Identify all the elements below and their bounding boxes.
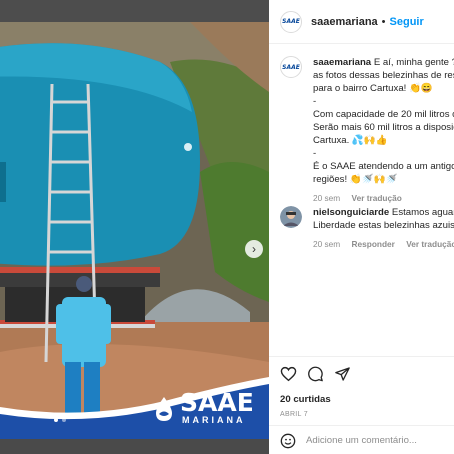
add-comment-bar: Adicione um comentário...: [269, 425, 454, 454]
comments-list[interactable]: SAAE saaemariana E aí, minha gente ? P a…: [269, 44, 454, 352]
post-actions: 20 curtidas ABRIL 7 Adicione um comentár…: [269, 356, 454, 454]
post-details-panel: SAAE saaemariana • Seguir SAAE saaemaria…: [269, 0, 454, 454]
instagram-post-modal: › SAAE MARIANA SAAE saaemariana • Seguir: [0, 0, 454, 454]
caption-line: É o SAAE atendendo a um antigo: [313, 161, 454, 172]
caption-line: regiões! 👏🚿🙌🚿: [313, 174, 398, 185]
saae-avatar-logo-icon: SAAE: [282, 18, 300, 25]
avatar[interactable]: [280, 206, 302, 228]
comment-icon[interactable]: [307, 366, 324, 382]
caption-line: -: [313, 96, 317, 107]
emoji-icon[interactable]: [280, 433, 296, 449]
see-translation-link[interactable]: Ver tradução: [406, 239, 454, 249]
caption-line: para o bairro Cartuxa! 👏😄: [313, 83, 433, 94]
caption-line: Serão mais 60 mil litros a disposiç: [313, 122, 454, 133]
follow-button[interactable]: Seguir: [390, 16, 424, 28]
avatar[interactable]: SAAE: [280, 10, 302, 33]
caption-line: -: [313, 148, 317, 159]
heart-icon[interactable]: [280, 366, 297, 382]
drop-logo-icon: [156, 396, 172, 421]
separator-dot: •: [381, 15, 386, 28]
carousel-dots: [0, 418, 120, 422]
brand-subtitle: MARIANA: [182, 415, 246, 425]
saae-logo: SAAE MARIANA: [152, 388, 254, 425]
comment-input[interactable]: Adicione um comentário...: [306, 435, 417, 446]
comment-username[interactable]: nielsonguiciarde: [313, 207, 389, 218]
photo-scene: [0, 22, 269, 439]
see-translation-link[interactable]: Ver tradução: [352, 193, 402, 203]
comment-meta: 20 sem Responder Ver tradução: [313, 239, 454, 249]
caption-line: as fotos dessas belezinhas de rese: [313, 70, 454, 81]
caption-line: saaemariana E aí, minha gente ? P: [313, 57, 454, 68]
reply-button[interactable]: Responder: [352, 239, 395, 249]
caption-time: 20 sem: [313, 193, 341, 203]
post-header: SAAE saaemariana • Seguir: [269, 0, 454, 44]
caption-comment: SAAE saaemariana E aí, minha gente ? P a…: [280, 56, 454, 203]
list-item: nielsonguiciarde Estamos aguard Liberdad…: [280, 206, 454, 249]
chevron-right-icon[interactable]: ›: [245, 240, 263, 258]
share-icon[interactable]: [334, 366, 351, 382]
comment-time: 20 sem: [313, 239, 341, 249]
post-date: ABRIL 7: [280, 411, 308, 418]
caption-username[interactable]: saaemariana: [313, 57, 371, 68]
comment-line: Liberdade estas belezinhas azuis😊: [313, 220, 454, 231]
action-icons: [280, 366, 351, 382]
avatar[interactable]: SAAE: [280, 56, 302, 78]
comment-line: nielsonguiciarde Estamos aguard: [313, 207, 454, 218]
carousel-dot-2[interactable]: [62, 418, 66, 422]
carousel-dot-1[interactable]: [54, 418, 58, 422]
saae-avatar-logo-icon: SAAE: [282, 63, 300, 71]
caption-line: Cartuxa. 💦🙌👍: [313, 135, 388, 146]
likes-count[interactable]: 20 curtidas: [280, 394, 331, 405]
post-photo[interactable]: › SAAE MARIANA: [0, 22, 269, 439]
caption-meta: 20 sem Ver tradução: [313, 193, 454, 203]
caption-line: Com capacidade de 20 mil litros c: [313, 109, 454, 120]
post-username[interactable]: saaemariana: [311, 16, 378, 28]
brand-name: SAAE: [180, 388, 254, 417]
